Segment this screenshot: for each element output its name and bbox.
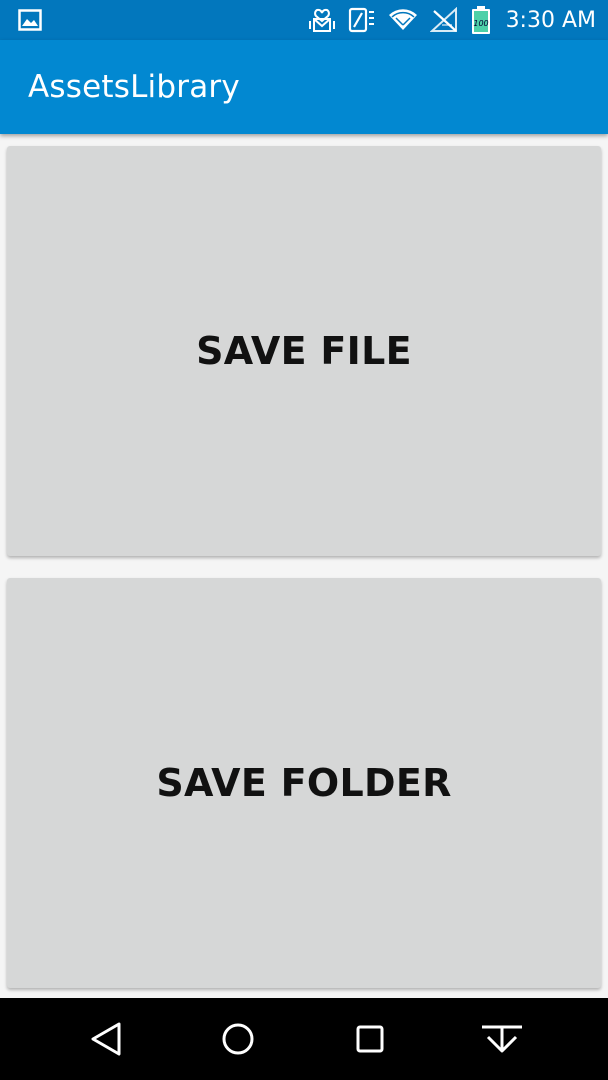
home-icon [222, 1023, 254, 1055]
battery-level-text: 100 [473, 19, 488, 28]
save-file-button[interactable]: SAVE FILE [7, 146, 601, 556]
battery-icon: 100 [470, 5, 492, 35]
wifi-icon [388, 8, 418, 32]
notifications-pulldown-button[interactable] [470, 1007, 534, 1071]
back-button[interactable] [74, 1007, 138, 1071]
sim-icon [348, 7, 376, 33]
status-bar-left [18, 9, 308, 31]
no-signal-icon [429, 7, 458, 33]
status-time: 3:30 AM [505, 7, 596, 33]
home-button[interactable] [206, 1007, 270, 1071]
status-bar-right: 100 3:30 AM [308, 5, 596, 35]
recents-button[interactable] [338, 1007, 402, 1071]
app-bar: AssetsLibrary [0, 40, 608, 134]
navigation-bar [0, 998, 608, 1080]
notifications-down-icon [482, 1025, 522, 1053]
save-folder-button[interactable]: SAVE FOLDER [7, 578, 601, 988]
app-title: AssetsLibrary [28, 69, 240, 105]
message-icon [308, 7, 336, 33]
image-icon [18, 9, 42, 31]
recents-icon [356, 1025, 384, 1053]
back-icon [91, 1022, 121, 1056]
main-content: SAVE FILE SAVE FOLDER [0, 134, 608, 998]
status-bar: 100 3:30 AM [0, 0, 608, 40]
